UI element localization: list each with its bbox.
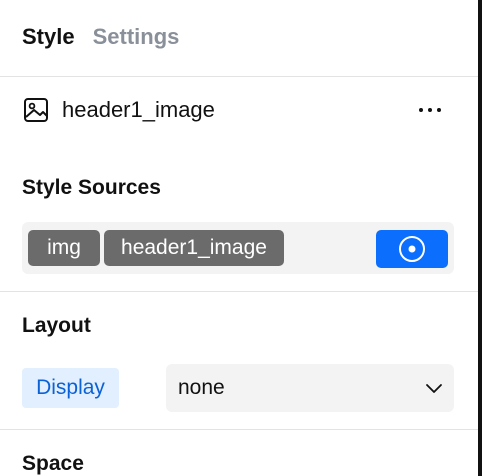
menu-dot (428, 108, 432, 112)
selected-element-row: header1_image (22, 92, 448, 128)
display-select[interactable]: none (166, 364, 454, 412)
style-sources-input[interactable]: img header1_image (22, 222, 454, 274)
display-select-value: none (178, 376, 225, 399)
chevron-down-icon (426, 384, 442, 393)
style-sources-title: Style Sources (22, 176, 161, 199)
display-property-label[interactable]: Display (22, 368, 119, 408)
style-panel: Style Settings header1_image Style Sourc… (0, 0, 478, 476)
divider-style-sources (0, 291, 478, 292)
divider-layout (0, 429, 478, 430)
menu-dot (437, 108, 441, 112)
panel-tabs: Style Settings (22, 22, 179, 52)
divider-top (0, 76, 478, 77)
space-section-title[interactable]: Space (22, 452, 84, 476)
selected-element-name: header1_image (62, 97, 215, 122)
panel-edge (478, 0, 482, 476)
tab-style[interactable]: Style (22, 23, 75, 51)
target-icon (399, 236, 425, 262)
style-source-token-img[interactable]: img (28, 230, 100, 266)
layout-section-title[interactable]: Layout (22, 314, 91, 338)
style-source-token-header1-image[interactable]: header1_image (104, 230, 284, 266)
more-horizontal-icon[interactable] (412, 96, 448, 124)
image-icon (22, 96, 50, 124)
menu-dot (419, 108, 423, 112)
state-selector-button[interactable] (376, 230, 448, 268)
tab-settings[interactable]: Settings (93, 23, 180, 51)
